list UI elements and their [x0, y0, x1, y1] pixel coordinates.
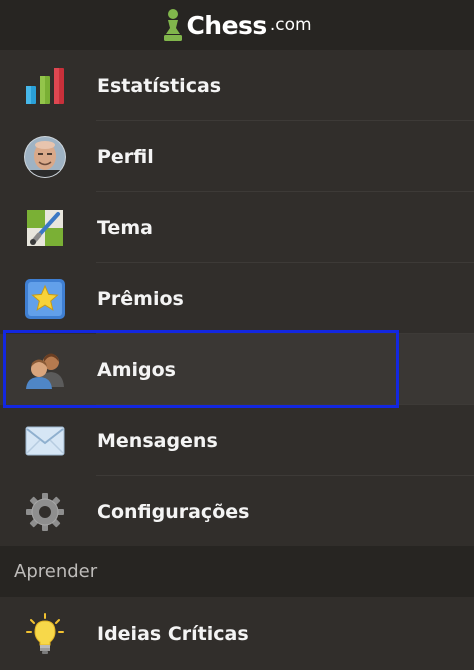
logo-text: Chess: [186, 10, 267, 40]
menu-item-label: Mensagens: [97, 429, 218, 452]
menu-item-label: Configurações: [97, 500, 250, 523]
menu-item-estatisticas[interactable]: Estatísticas: [0, 50, 474, 121]
star-icon: [24, 278, 66, 320]
avatar: [24, 135, 66, 178]
chess-com-logo[interactable]: Chess .com: [162, 8, 312, 42]
menu-item-perfil[interactable]: Perfil: [0, 121, 474, 192]
gear-icon: [24, 491, 66, 533]
logo-suffix: .com: [269, 15, 312, 35]
menu-item-mensagens[interactable]: Mensagens: [0, 405, 474, 476]
lightbulb-icon: [24, 612, 66, 655]
menu-item-label: Ideias Críticas: [97, 622, 249, 645]
learn-menu: Ideias Críticas: [0, 597, 474, 670]
paint-brush-icon: [24, 207, 66, 249]
menu-item-amigos[interactable]: Amigos: [0, 334, 474, 405]
menu-item-label: Prêmios: [97, 287, 184, 310]
friends-icon: [24, 349, 66, 391]
menu-item-label: Tema: [97, 216, 153, 239]
bar-chart-icon: [24, 65, 66, 107]
envelope-icon: [24, 420, 66, 462]
menu-item-tema[interactable]: Tema: [0, 192, 474, 263]
section-header-aprender: Aprender: [0, 546, 474, 597]
app-header: Chess .com: [0, 0, 474, 50]
menu-item-ideias-criticas[interactable]: Ideias Críticas: [0, 597, 474, 670]
main-menu: Estatísticas Perfil Tema Prêmios Amigos …: [0, 50, 474, 547]
menu-item-label: Amigos: [97, 358, 176, 381]
menu-item-configuracoes[interactable]: Configurações: [0, 476, 474, 547]
menu-item-premios[interactable]: Prêmios: [0, 263, 474, 334]
section-label: Aprender: [14, 561, 98, 582]
menu-item-label: Estatísticas: [97, 74, 222, 97]
menu-item-label: Perfil: [97, 145, 154, 168]
pawn-logo-icon: [164, 9, 183, 41]
